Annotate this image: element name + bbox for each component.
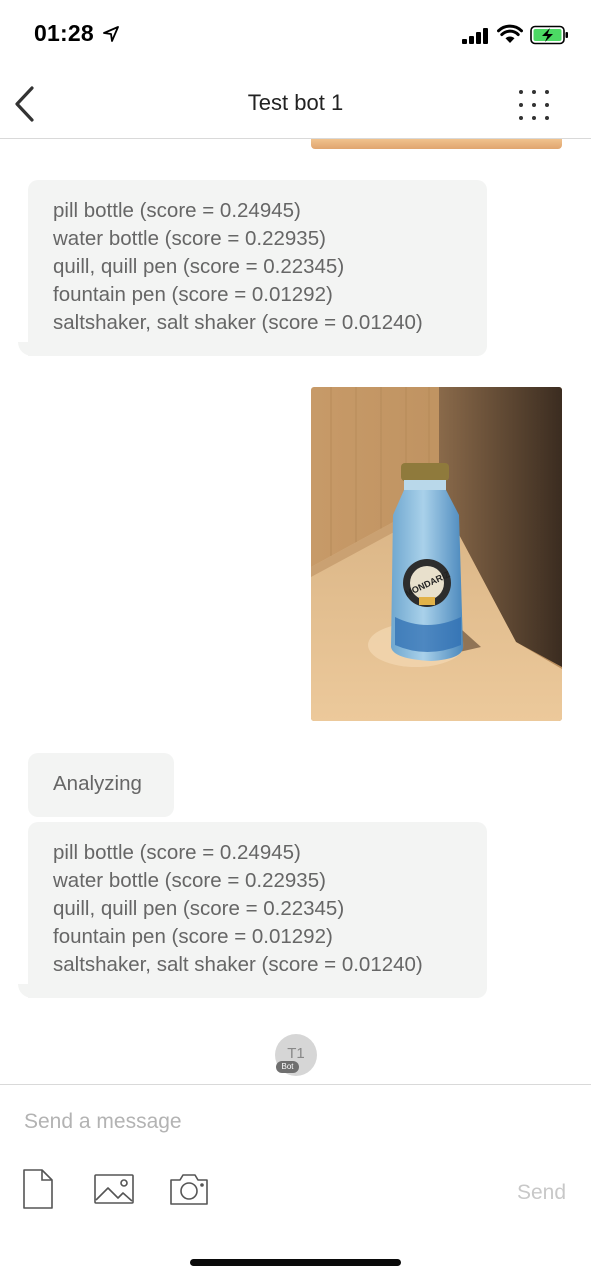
message-line: Analyzing — [53, 772, 142, 795]
home-indicator[interactable] — [190, 1259, 401, 1266]
message-line: saltshaker, salt shaker (score = 0.01240… — [53, 953, 423, 976]
bot-message: pill bottle (score = 0.24945) water bott… — [28, 822, 487, 998]
battery-charging-icon — [530, 25, 568, 45]
composer-divider — [0, 1084, 591, 1085]
file-icon — [23, 1169, 53, 1209]
dots-grid-icon — [519, 90, 549, 120]
attach-image-button[interactable] — [94, 1173, 134, 1205]
bubble-tail — [18, 984, 32, 998]
message-line: water bottle (score = 0.22935) — [53, 869, 326, 892]
camera-button[interactable] — [169, 1172, 209, 1206]
menu-button[interactable] — [513, 86, 555, 124]
send-button[interactable]: Send — [517, 1181, 566, 1205]
message-line: saltshaker, salt shaker (score = 0.01240… — [53, 311, 423, 334]
bot-message: Analyzing — [28, 753, 174, 817]
message-line: fountain pen (score = 0.01292) — [53, 283, 333, 306]
wifi-icon — [497, 24, 523, 43]
signal-bars-icon — [462, 28, 488, 44]
status-time: 01:28 — [34, 20, 94, 46]
message-line: water bottle (score = 0.22935) — [53, 227, 326, 250]
message-line: fountain pen (score = 0.01292) — [53, 925, 333, 948]
message-line: quill, quill pen (score = 0.22345) — [53, 255, 345, 278]
image-icon — [94, 1174, 134, 1204]
page-title: Test bot 1 — [247, 90, 344, 115]
message-input[interactable] — [24, 1104, 564, 1140]
bot-message: pill bottle (score = 0.24945) water bott… — [28, 180, 487, 356]
message-line: quill, quill pen (score = 0.22345) — [53, 897, 345, 920]
camera-icon — [170, 1174, 208, 1205]
previous-image-message[interactable] — [311, 139, 562, 149]
message-line: pill bottle (score = 0.24945) — [53, 841, 301, 864]
attach-file-button[interactable] — [22, 1168, 54, 1210]
bot-badge: Bot — [276, 1061, 299, 1073]
message-line: pill bottle (score = 0.24945) — [53, 199, 301, 222]
bubble-tail — [18, 342, 32, 356]
user-image-message[interactable]: MONDARIZ — [311, 387, 562, 721]
chat-scroll-area[interactable]: pill bottle (score = 0.24945) water bott… — [0, 139, 591, 1084]
location-arrow-icon — [103, 26, 119, 42]
